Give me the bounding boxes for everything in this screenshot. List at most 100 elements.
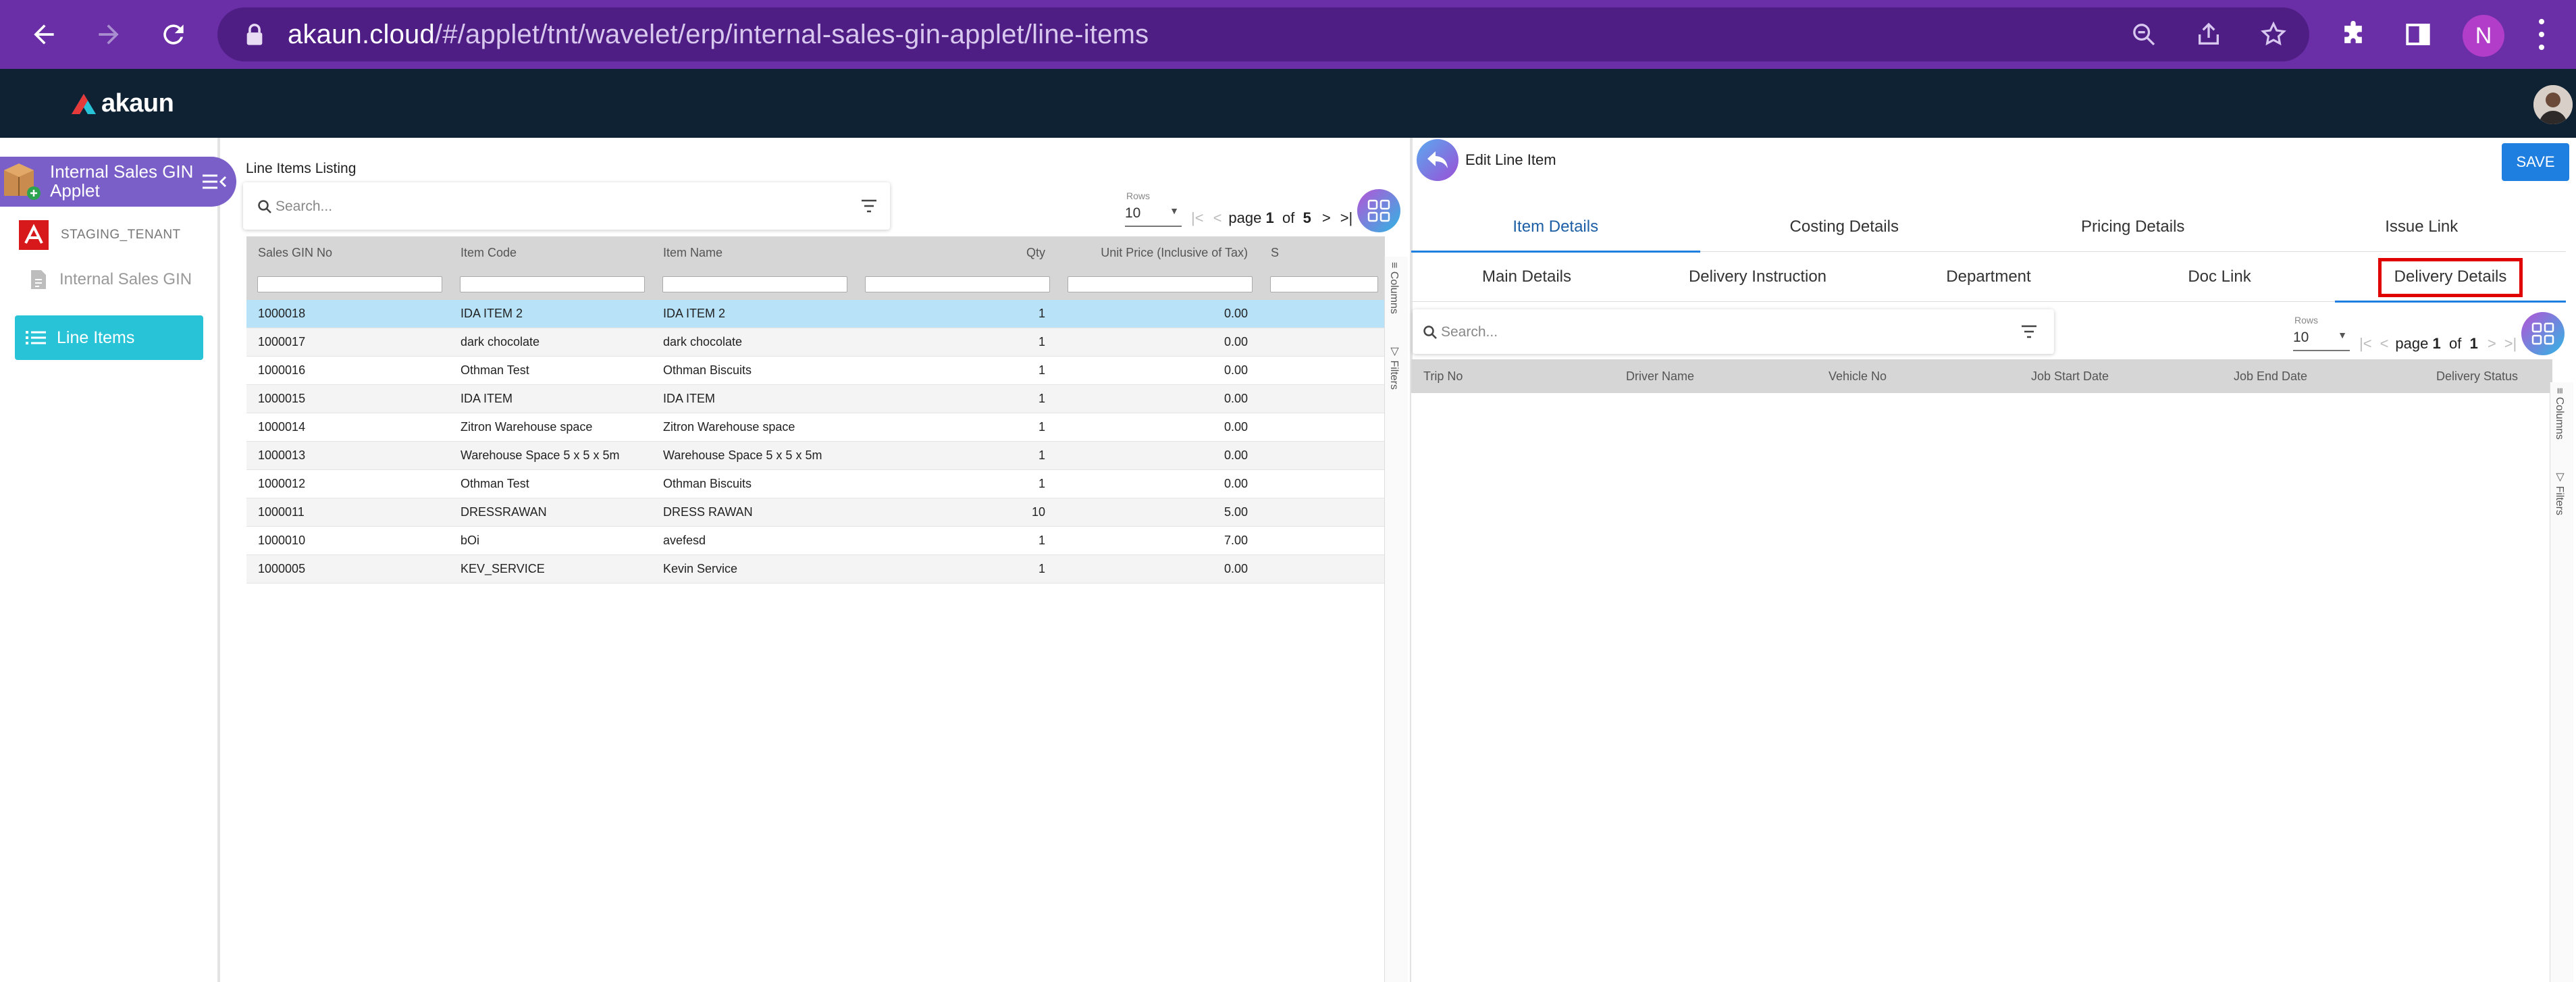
column-filter-input[interactable]	[460, 276, 645, 292]
extensions-puzzle-icon[interactable]	[2334, 15, 2373, 54]
table-row[interactable]: 1000013 Warehouse Space 5 x 5 x 5m Warehou…	[246, 441, 1385, 470]
url-host: akaun.cloud	[288, 19, 435, 49]
cell-sales-gin-no: 1000016	[246, 356, 449, 385]
table-row[interactable]: 1000011 DRESSRAWAN DRESS RAWAN 10 5.00	[246, 498, 1385, 527]
first-page-icon[interactable]: |<	[1191, 209, 1204, 227]
share-icon[interactable]	[2189, 15, 2228, 54]
secondary-tabs: Main Details Delivery Instruction Depart…	[1411, 253, 2566, 303]
bookmark-star-icon[interactable]	[2254, 15, 2293, 54]
cell-qty: 1	[854, 300, 1057, 328]
browser-menu-icon[interactable]	[2538, 19, 2546, 50]
cell-item-code: IDA ITEM 2	[449, 300, 652, 328]
highlight-box	[2378, 258, 2523, 297]
table-header-row: Sales GIN No Item Code Item Name Qty Uni…	[246, 236, 1385, 269]
sidebar-item-internal-sales-gin[interactable]: Internal Sales GIN	[30, 269, 192, 290]
column-header[interactable]: Item Name	[652, 236, 854, 269]
tab-pricing-details[interactable]: Pricing Details	[1989, 203, 2278, 251]
column-filter-input[interactable]	[662, 276, 847, 292]
tenant-switch[interactable]: STAGING_TENANT	[19, 220, 181, 250]
profile-avatar[interactable]: N	[2463, 15, 2504, 57]
prev-page-icon[interactable]: <	[2380, 335, 2389, 353]
lock-icon[interactable]	[235, 15, 274, 54]
reload-icon[interactable]	[154, 15, 193, 54]
column-header[interactable]: S	[1259, 236, 1385, 269]
tab-issue-link[interactable]: Issue Link	[2278, 203, 2567, 251]
side-tab-label: Filters	[1388, 360, 1400, 390]
search-input[interactable]: Search...	[1441, 324, 1498, 340]
filters-side-tab[interactable]: ▽ Filters	[2553, 470, 2566, 515]
address-bar[interactable]: akaun.cloud/#/applet/tnt/wavelet/erp/int…	[217, 7, 2309, 61]
cell-unit-price: 0.00	[1057, 413, 1259, 442]
grid-icon	[2531, 322, 2554, 345]
back-arrow-icon[interactable]	[24, 15, 63, 54]
column-header[interactable]: Driver Name	[1614, 359, 1816, 393]
tab-delivery-details[interactable]: Delivery Details	[2335, 253, 2566, 303]
columns-side-tab[interactable]: ≡ Columns	[2553, 388, 2565, 440]
filters-side-tab[interactable]: ▽ Filters	[1388, 344, 1400, 390]
column-header[interactable]: Delivery Status	[2424, 359, 2552, 393]
tab-costing-details[interactable]: Costing Details	[1700, 203, 1989, 251]
chevron-down-icon: ▼	[1169, 205, 1179, 216]
table-row[interactable]: 1000016 Othman Test Othman Biscuits 1 0.00	[246, 356, 1385, 385]
listing-search-box[interactable]: Search...	[243, 182, 890, 230]
column-header[interactable]: Item Code	[449, 236, 652, 269]
delivery-search-box[interactable]: Search...	[1413, 309, 2054, 354]
column-header[interactable]: Unit Price (Inclusive of Tax)	[1057, 236, 1259, 269]
akaun-logo[interactable]: akaun	[70, 89, 174, 118]
first-page-icon[interactable]: |<	[2359, 335, 2372, 353]
column-header[interactable]: Job End Date	[2222, 359, 2424, 393]
column-header[interactable]: Trip No	[1411, 359, 1614, 393]
cell-qty: 10	[854, 498, 1057, 527]
column-header[interactable]: Vehicle No	[1816, 359, 2019, 393]
cell-extra	[1259, 384, 1385, 413]
prev-page-icon[interactable]: <	[1213, 209, 1222, 227]
filter-icon[interactable]	[860, 199, 878, 213]
table-row[interactable]: 1000012 Othman Test Othman Biscuits 1 0.00	[246, 469, 1385, 498]
table-row[interactable]: 1000018 IDA ITEM 2 IDA ITEM 2 1 0.00	[246, 300, 1385, 328]
next-page-icon[interactable]: >	[1322, 209, 1331, 227]
user-avatar[interactable]	[2533, 85, 2573, 124]
last-page-icon[interactable]: >|	[1340, 209, 1353, 227]
tab-item-details[interactable]: Item Details	[1411, 203, 1700, 253]
tab-main-details[interactable]: Main Details	[1411, 253, 1642, 301]
column-header[interactable]: Job Start Date	[2019, 359, 2222, 393]
grid-view-button[interactable]	[2521, 312, 2565, 355]
tab-department[interactable]: Department	[1873, 253, 2104, 301]
table-row[interactable]: 1000005 KEV_SERVICE Kevin Service 1 0.00	[246, 554, 1385, 584]
last-page-icon[interactable]: >|	[2504, 335, 2517, 353]
left-sidebar	[0, 138, 220, 982]
column-filter-input[interactable]	[257, 276, 442, 292]
back-button[interactable]	[1417, 139, 1458, 181]
rows-per-page-select[interactable]: 10 ▼	[1125, 205, 1182, 227]
sidebar-item-line-items[interactable]: Line Items	[15, 315, 203, 360]
grid-view-button[interactable]	[1357, 189, 1400, 232]
next-page-icon[interactable]: >	[2488, 335, 2496, 353]
table-row[interactable]: 1000014 Zitron Warehouse space Zitron Ware…	[246, 413, 1385, 442]
columns-side-tab[interactable]: ≡ Columns	[1388, 262, 1400, 314]
menu-collapse-icon[interactable]	[201, 172, 228, 192]
tab-doc-link[interactable]: Doc Link	[2104, 253, 2335, 301]
cell-sales-gin-no: 1000005	[246, 554, 449, 584]
save-button[interactable]: SAVE	[2502, 143, 2569, 181]
cell-extra	[1259, 300, 1385, 328]
column-header[interactable]: Qty	[854, 236, 1057, 269]
column-filter-input[interactable]	[1068, 276, 1253, 292]
column-filter-input[interactable]	[1270, 276, 1378, 292]
table-row[interactable]: 1000015 IDA ITEM IDA ITEM 1 0.00	[246, 384, 1385, 413]
applet-header[interactable]: Internal Sales GIN Applet	[0, 157, 236, 207]
tab-delivery-instruction[interactable]: Delivery Instruction	[1642, 253, 1873, 301]
table-row[interactable]: 1000017 dark chocolate dark chocolate 1 0.00	[246, 328, 1385, 357]
table-row[interactable]: 1000010 bOi avefesd 1 7.00	[246, 526, 1385, 555]
column-header[interactable]: Sales GIN No	[246, 236, 449, 269]
forward-arrow-icon[interactable]	[89, 15, 128, 54]
rows-per-page-value: 10	[2293, 330, 2309, 345]
search-input[interactable]: Search...	[275, 199, 332, 215]
tab-label: Issue Link	[2385, 217, 2459, 236]
cell-extra	[1259, 498, 1385, 527]
zoom-icon[interactable]	[2124, 15, 2163, 54]
rows-per-page-select[interactable]: 10 ▼	[2293, 330, 2350, 351]
line-items-table: Sales GIN No Item Code Item Name Qty Uni…	[246, 236, 1385, 584]
filter-icon[interactable]	[2020, 324, 2038, 339]
side-panel-icon[interactable]	[2398, 15, 2438, 54]
column-filter-input[interactable]	[865, 276, 1050, 292]
